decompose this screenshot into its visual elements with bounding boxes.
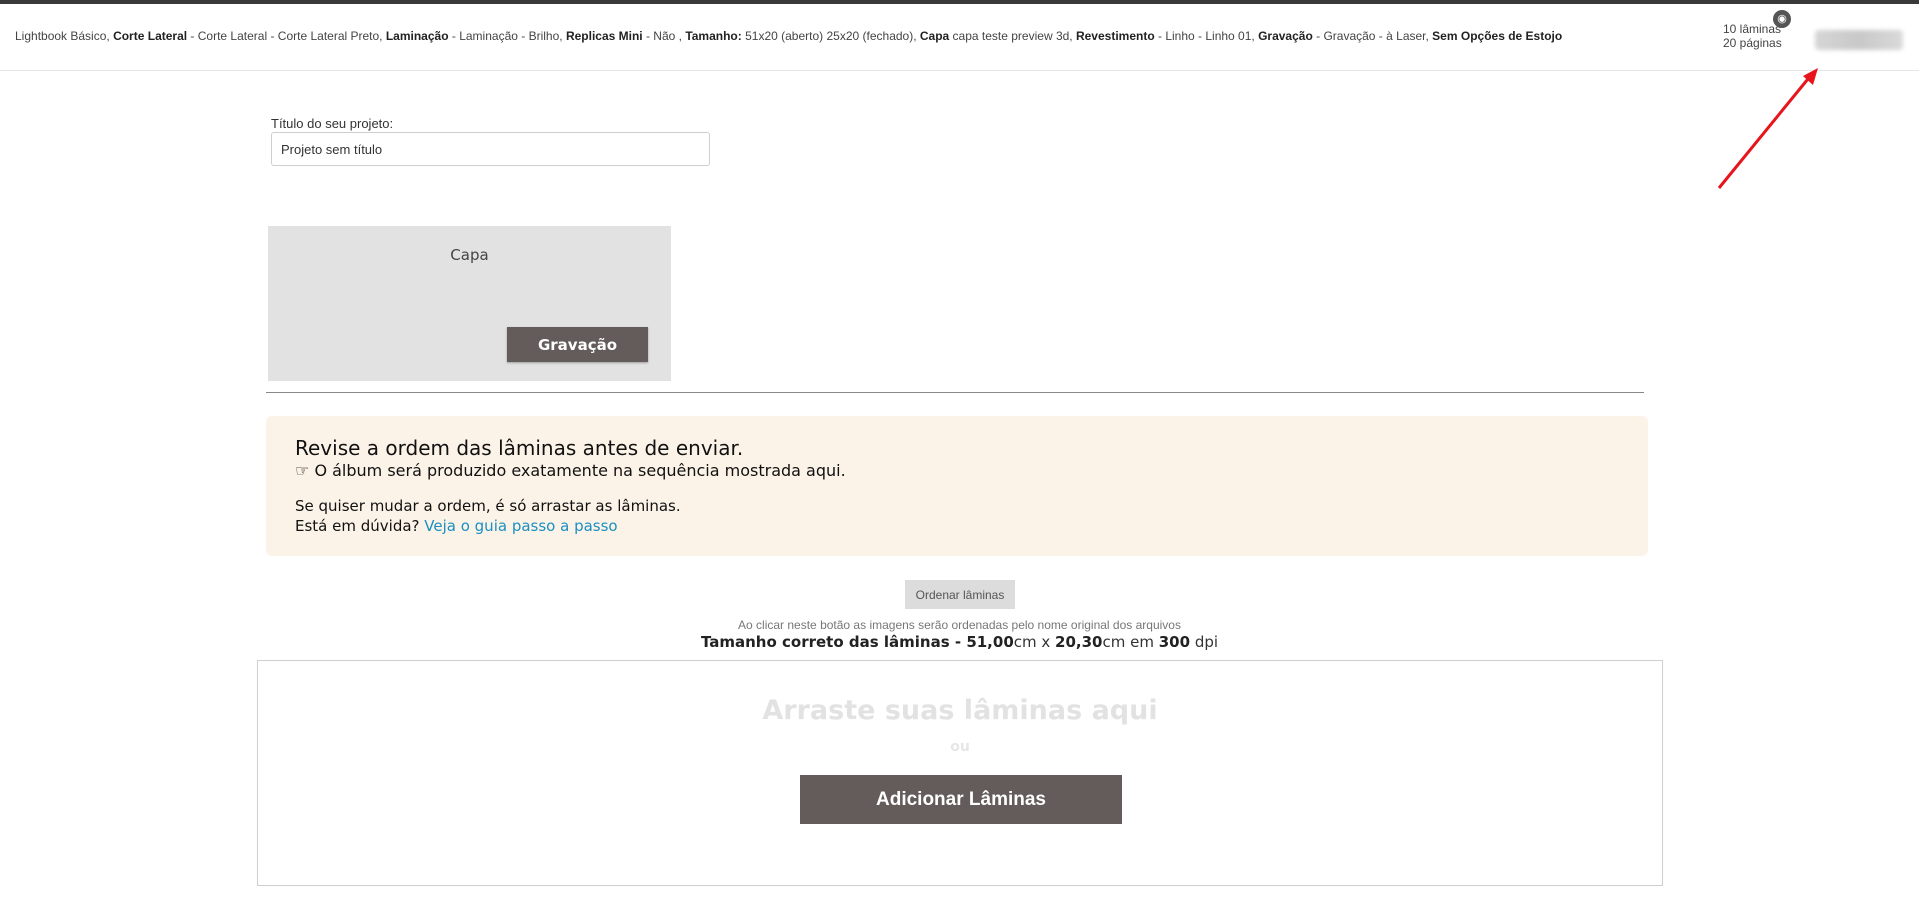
project-title-input[interactable] xyxy=(271,132,710,166)
pointing-hand-icon: ☞ xyxy=(295,461,310,480)
sheet-size-info: Tamanho correto das lâminas - 51,00cm x … xyxy=(0,633,1919,651)
page-counts: 10 lâminas 20 páginas xyxy=(1723,22,1782,50)
summary-segment: Corte Lateral xyxy=(113,29,188,43)
sheet-dropzone[interactable]: Arraste suas lâminas aqui ou Adicionar L… xyxy=(257,660,1663,886)
summary-segment: Revestimento xyxy=(1075,29,1155,43)
summary-segment: Tamanho: xyxy=(685,29,742,43)
summary-segment: capa teste preview 3d, xyxy=(949,29,1076,43)
cover-panel: Capa Gravação xyxy=(268,226,671,381)
order-notice: Revise a ordem das lâminas antes de envi… xyxy=(266,416,1648,556)
summary-segment: 51x20 (aberto) 25x20 (fechado), xyxy=(741,29,920,43)
size-width: 51,00 xyxy=(966,633,1014,651)
summary-segment: Lightbook Básico, xyxy=(15,29,114,43)
summary-segment: Gravação xyxy=(1258,29,1313,43)
size-unit-1: cm x xyxy=(1013,633,1056,651)
summary-segment: - Laminação - Brilho, xyxy=(448,29,566,43)
cover-label: Capa xyxy=(450,246,489,264)
summary-segment: Laminação xyxy=(385,29,449,43)
notice-title: Revise a ordem das lâminas antes de envi… xyxy=(295,436,744,460)
guide-link[interactable]: Veja o guia passo a passo xyxy=(424,517,617,535)
notice-subtitle: ☞ O álbum será produzido exatamente na s… xyxy=(295,460,1619,482)
add-sheets-button[interactable]: Adicionar Lâminas xyxy=(800,775,1122,824)
size-height: 20,30 xyxy=(1055,633,1103,651)
order-hint: Ao clicar neste botão as imagens serão o… xyxy=(738,618,1181,632)
notice-line-1: Se quiser mudar a ordem, é só arrastar a… xyxy=(295,497,681,515)
notice-subtitle-text: O álbum será produzido exatamente na seq… xyxy=(314,461,846,480)
size-unit-2: cm em xyxy=(1102,633,1159,651)
project-title-label: Título do seu projeto: xyxy=(271,116,394,131)
summary-segment: Sem Opções de Estojo xyxy=(1432,29,1563,43)
blurred-price xyxy=(1815,30,1903,50)
pages-count: 20 páginas xyxy=(1723,36,1782,50)
notice-line-2-prefix: Está em dúvida? xyxy=(295,517,425,535)
red-arrow-annotation xyxy=(1717,68,1818,189)
dropzone-or: ou xyxy=(950,739,970,755)
section-divider xyxy=(266,392,1644,393)
size-label: Tamanho correto das lâminas - xyxy=(700,633,967,651)
summary-segment: Capa xyxy=(919,29,950,43)
summary-segment: - Não , xyxy=(642,29,686,43)
order-sheets-button[interactable]: Ordenar lâminas xyxy=(905,580,1015,609)
eye-icon[interactable]: ◉ xyxy=(1773,10,1791,28)
size-dpi-unit: dpi xyxy=(1190,633,1219,651)
product-summary: Lightbook Básico, Corte Lateral - Corte … xyxy=(15,29,1562,43)
summary-segment: Replicas Mini xyxy=(565,29,643,43)
header-bar: Lightbook Básico, Corte Lateral - Corte … xyxy=(0,4,1919,71)
summary-segment: - Linho - Linho 01, xyxy=(1154,29,1259,43)
engrave-button[interactable]: Gravação xyxy=(507,327,648,362)
size-dpi: 300 xyxy=(1158,633,1191,651)
summary-segment: - Gravação - à Laser, xyxy=(1312,29,1433,43)
summary-segment: - Corte Lateral - Corte Lateral Preto, xyxy=(187,29,386,43)
dropzone-title: Arraste suas lâminas aqui xyxy=(762,695,1158,726)
notice-line-2: Está em dúvida? Veja o guia passo a pass… xyxy=(295,516,1619,536)
sheets-count: 10 lâminas xyxy=(1723,22,1782,36)
